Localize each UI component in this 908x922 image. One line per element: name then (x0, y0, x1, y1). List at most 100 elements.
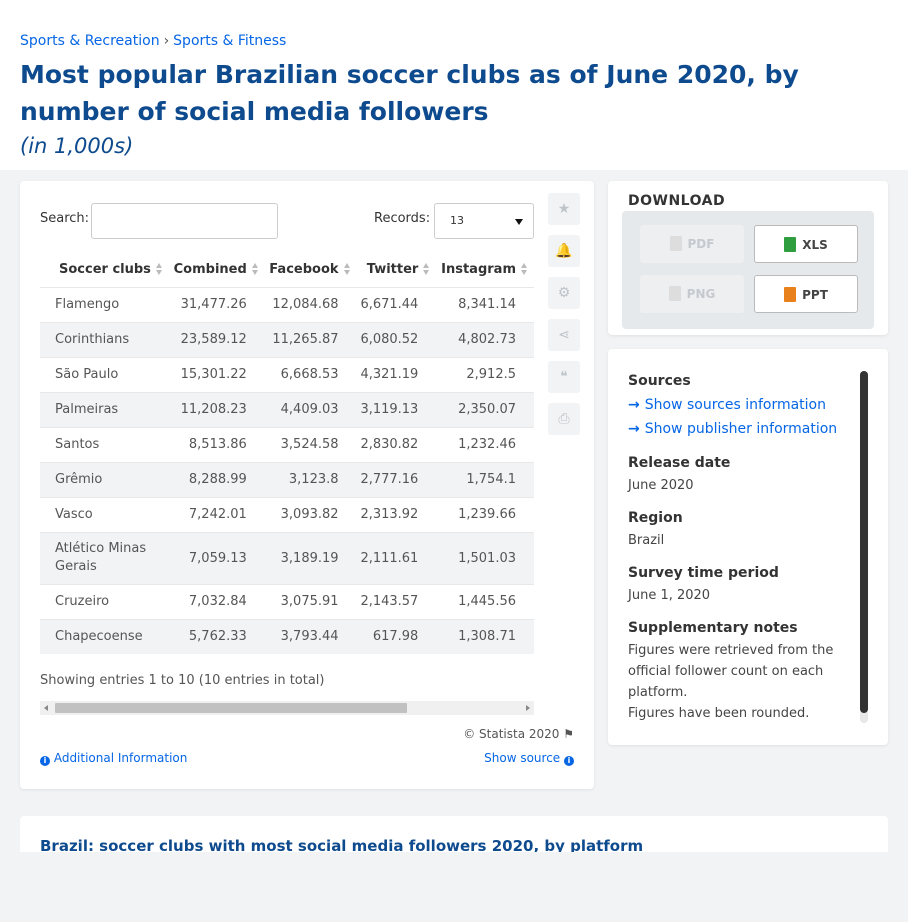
column-header-soccer-clubs[interactable]: Soccer clubs (40, 253, 169, 287)
cell-club-name: Atlético Minas Gerais (40, 531, 169, 584)
breadcrumb-link-sports-recreation[interactable]: Sports & Recreation (20, 33, 160, 49)
notes-text-2: Figures have been rounded. (628, 706, 810, 721)
show-publisher-link[interactable]: Show publisher information (628, 421, 837, 437)
column-header-combined[interactable]: Combined (169, 253, 265, 287)
sources-scrollbar[interactable] (860, 371, 868, 723)
table-row: Vasco 7,242.01 3,093.82 2,313.92 1,239.66 (40, 496, 534, 532)
sort-icon (251, 263, 259, 277)
png-button[interactable]: PNG (640, 275, 744, 313)
scrollbar-thumb[interactable] (55, 703, 407, 713)
cell-value: 1,232.46 (436, 426, 534, 462)
table-row: Santos 8,513.86 3,524.58 2,830.82 1,232.46 (40, 426, 534, 462)
cell-value: 1,445.56 (436, 583, 534, 619)
cell-club-name: Santos (40, 426, 169, 462)
sort-icon (343, 263, 351, 277)
pdf-button[interactable]: PDF (640, 225, 744, 263)
cell-value: 2,143.57 (356, 583, 437, 619)
horizontal-scrollbar[interactable] (40, 701, 534, 715)
cell-value: 1,308.71 (436, 618, 534, 654)
cell-value: 11,208.23 (168, 391, 265, 427)
column-header-instagram[interactable]: Instagram (436, 253, 534, 287)
cell-value: 3,793.44 (264, 618, 357, 654)
records-select[interactable]: 13 (434, 203, 534, 239)
table-row: Flamengo 31,477.26 12,084.68 6,671.44 8,341.… (40, 286, 534, 322)
png-file-icon (668, 286, 681, 301)
download-buttons: PDF XLS PNG PPT (622, 211, 874, 329)
table-row: Cruzeiro 7,032.84 3,075.91 2,143.57 1,445.56 (40, 583, 534, 619)
cell-value: 6,671.44 (356, 286, 437, 322)
cell-club-name: Flamengo (40, 286, 169, 322)
entries-info: Showing entries 1 to 10 (10 entries in t… (40, 673, 325, 688)
gear-icon[interactable]: ⚙ (548, 277, 580, 309)
breadcrumb: Sports & Recreation › Sports & Fitness (20, 33, 286, 49)
bell-icon[interactable]: 🔔 (548, 235, 580, 267)
cell-value: 3,119.13 (356, 391, 437, 427)
cell-value: 2,111.61 (356, 531, 437, 584)
cell-value: 1,754.1 (436, 461, 534, 497)
table-row: Chapecoense 5,762.33 3,793.44 617.98 1,308.7… (40, 618, 534, 654)
table-row: Corinthians 23,589.12 11,265.87 6,080.52 4,8… (40, 321, 534, 357)
scroll-right-icon[interactable] (526, 705, 530, 711)
cell-club-name: Vasco (40, 496, 169, 532)
xls-file-icon (784, 237, 797, 252)
tool-icons: ★ 🔔 ⚙ ⋖ ❝ ⎙ (548, 193, 580, 445)
cell-value: 11,265.87 (264, 321, 357, 357)
column-header-twitter[interactable]: Twitter (357, 253, 437, 287)
star-icon[interactable]: ★ (548, 193, 580, 225)
quote-icon[interactable]: ❝ (548, 361, 580, 393)
cell-club-name: Palmeiras (40, 391, 169, 427)
table-row: Grêmio 8,288.99 3,123.8 2,777.16 1,754.1 (40, 461, 534, 497)
cell-value: 3,524.58 (264, 426, 357, 462)
ppt-button[interactable]: PPT (754, 275, 858, 313)
cell-value: 6,668.53 (264, 356, 357, 392)
breadcrumb-separator: › (163, 33, 170, 49)
breadcrumb-link-sports-fitness[interactable]: Sports & Fitness (173, 33, 286, 49)
survey-period-value: June 1, 2020 (628, 588, 711, 603)
show-sources-link[interactable]: Show sources information (628, 397, 826, 413)
cell-value: 7,059.13 (168, 531, 265, 584)
flag-icon[interactable]: ⚑ (563, 727, 574, 741)
cell-value: 3,075.91 (264, 583, 357, 619)
table-row: Palmeiras 11,208.23 4,409.03 3,119.13 2,350.… (40, 391, 534, 427)
cell-value: 8,513.86 (168, 426, 265, 462)
copyright: © Statista 2020 ⚑ (463, 727, 574, 741)
notes-label: Supplementary notes (628, 620, 798, 636)
column-header-facebook[interactable]: Facebook (265, 253, 357, 287)
cell-value: 8,341.14 (436, 286, 534, 322)
cell-value: 2,350.07 (436, 391, 534, 427)
cell-value: 31,477.26 (168, 286, 265, 322)
cell-value: 617.98 (356, 618, 437, 654)
print-icon[interactable]: ⎙ (548, 403, 580, 435)
cell-value: 2,777.16 (356, 461, 437, 497)
related-statistic-card: Brazil: soccer clubs with most social me… (20, 816, 888, 856)
sort-icon (155, 263, 163, 277)
scrollbar-thumb[interactable] (860, 371, 868, 713)
info-icon: i (564, 756, 574, 766)
page-title: Most popular Brazilian soccer clubs as o… (20, 60, 799, 126)
cell-value: 5,762.33 (168, 618, 265, 654)
release-date-label: Release date (628, 455, 731, 471)
additional-information-link[interactable]: i Additional Information (40, 751, 187, 766)
cell-value: 23,589.12 (168, 321, 265, 357)
cell-value: 4,802.73 (436, 321, 534, 357)
share-icon[interactable]: ⋖ (548, 319, 580, 351)
cell-value: 2,912.5 (436, 356, 534, 392)
sources-card: Sources Show sources information Show pu… (608, 349, 888, 745)
search-input[interactable] (91, 203, 278, 239)
cell-value: 7,242.01 (168, 496, 265, 532)
search-label: Search: (40, 211, 90, 226)
show-source-link[interactable]: Show source i (484, 751, 574, 766)
cell-value: 4,321.19 (356, 356, 437, 392)
cell-value: 12,084.68 (264, 286, 357, 322)
scroll-left-icon[interactable] (44, 705, 48, 711)
statistic-table-card: Search: Records: 13 Soccer clubs Combine… (20, 181, 594, 789)
sort-icon (423, 263, 430, 277)
cell-value: 1,501.03 (436, 531, 534, 584)
xls-button[interactable]: XLS (754, 225, 858, 263)
cell-club-name: Cruzeiro (40, 583, 169, 619)
cell-value: 2,313.92 (356, 496, 437, 532)
cell-value: 3,123.8 (264, 461, 357, 497)
cell-club-name: Chapecoense (40, 618, 169, 654)
download-title: DOWNLOAD (628, 193, 726, 209)
records-value: 13 (450, 214, 464, 227)
